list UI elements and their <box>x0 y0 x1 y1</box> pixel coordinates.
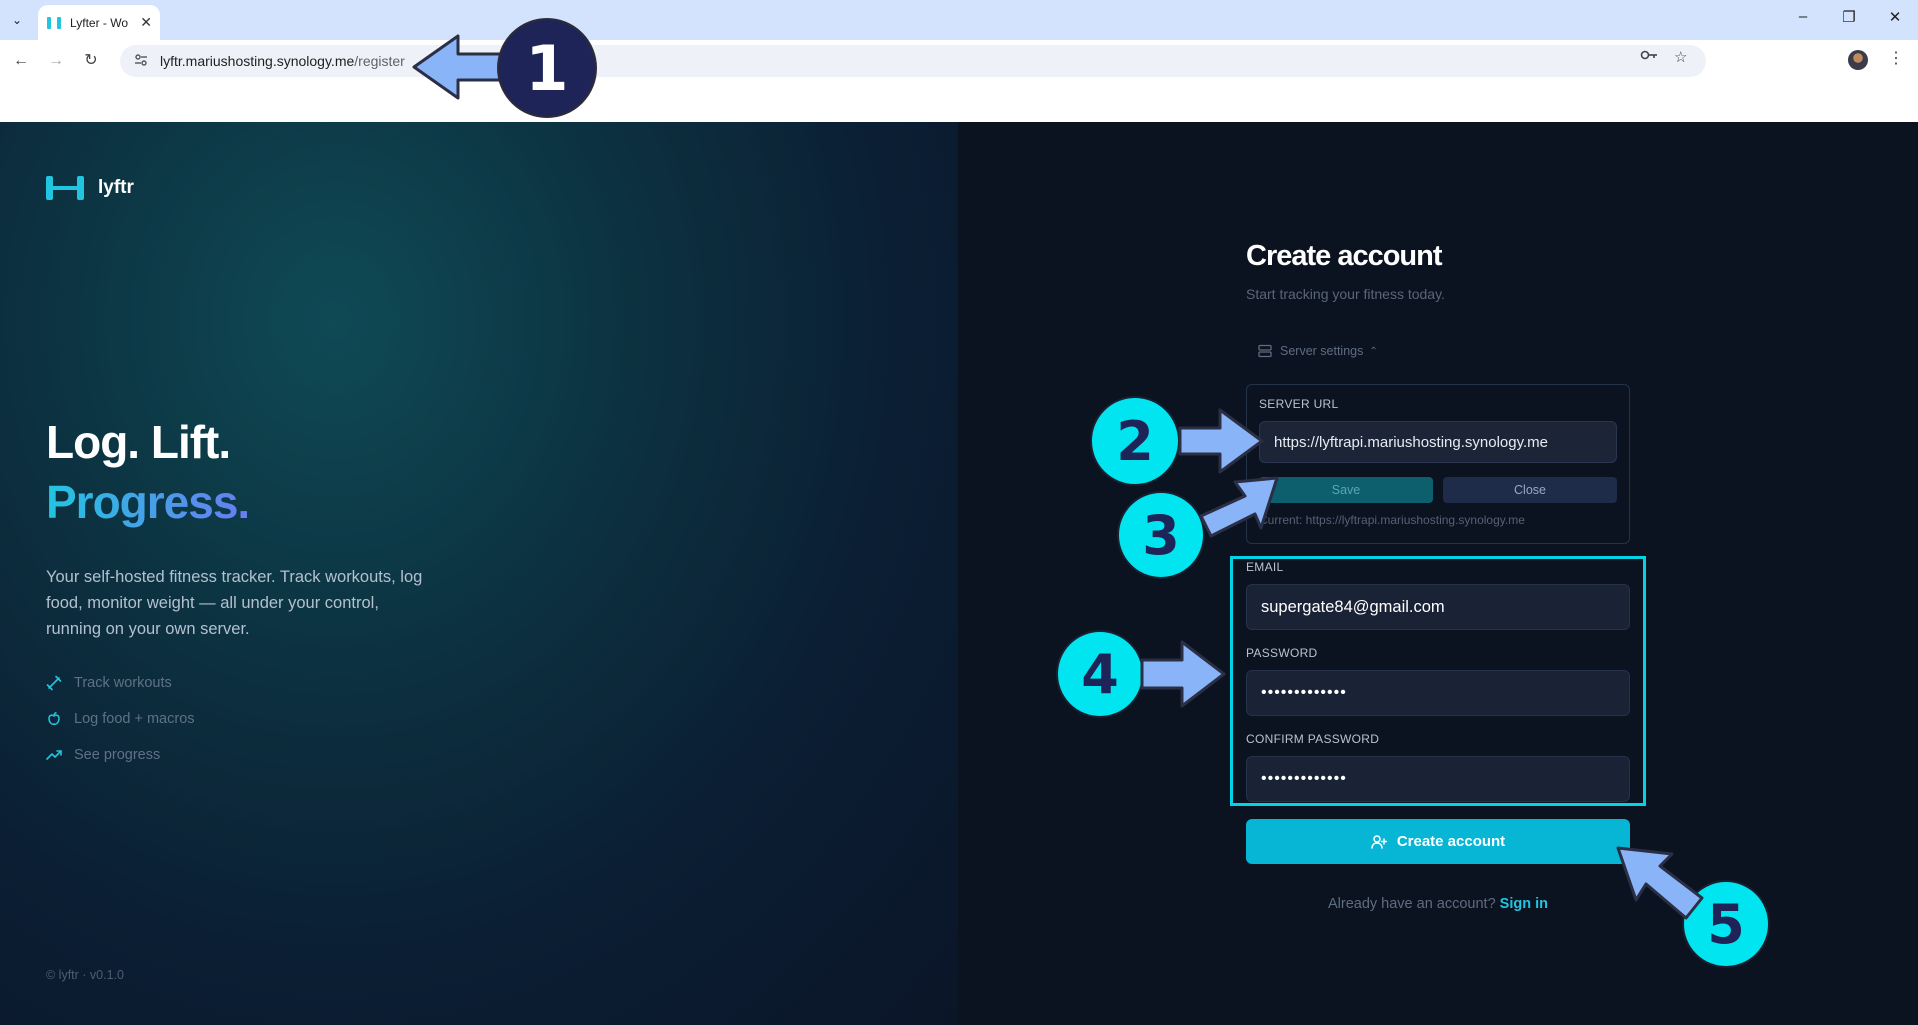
tab-close-icon[interactable]: ✕ <box>140 14 152 31</box>
profile-avatar[interactable] <box>1848 50 1868 70</box>
feature-label: Track workouts <box>74 675 172 691</box>
feature-log-food: Log food + macros <box>46 711 195 727</box>
browser-tabstrip: ⌄ Lyfter - Wo ✕ – ❐ ✕ <box>0 0 1918 40</box>
create-account-label: Create account <box>1396 833 1506 850</box>
hero-description: Your self-hosted fitness tracker. Track … <box>46 568 423 638</box>
annotation-arrow-5 <box>1616 846 1704 920</box>
feature-label: Log food + macros <box>74 711 195 727</box>
hero-heading-line1: Log. Lift. <box>46 416 231 468</box>
server-settings-panel: SERVER URL https://lyftrapi.mariushostin… <box>1246 384 1630 544</box>
register-panel: Create account Start tracking your fitne… <box>958 122 1918 1025</box>
hero-heading-line2: Progress. <box>46 476 250 528</box>
brand-logo[interactable]: lyftr <box>46 176 134 200</box>
minimize-icon[interactable]: – <box>1788 8 1818 25</box>
annotation-badge-2: 2 <box>1090 396 1180 486</box>
lyftr-logo-icon <box>46 176 84 200</box>
copyright-text: © lyftr · v0.1.0 <box>46 968 124 982</box>
dumbbell-icon <box>46 675 62 691</box>
brand-name: lyftr <box>98 177 134 198</box>
page-subtitle: Start tracking your fitness today. <box>1246 286 1445 302</box>
forward-icon[interactable]: → <box>45 50 67 72</box>
user-plus-icon <box>1371 834 1387 849</box>
annotation-badge-1: 1 <box>497 18 597 118</box>
site-settings-icon[interactable] <box>134 53 150 69</box>
browser-toolbar: ← → ↻ lyftr.mariushosting.synology.me/re… <box>0 40 1918 82</box>
browser-menu-icon[interactable]: ⋮ <box>1888 48 1904 68</box>
bookmark-star-icon[interactable]: ☆ <box>1674 48 1687 66</box>
annotation-badge-4: 4 <box>1056 630 1144 718</box>
credentials-highlight-box <box>1230 556 1646 806</box>
close-server-button[interactable]: Close <box>1443 477 1617 503</box>
feature-track-workouts: Track workouts <box>46 675 172 691</box>
signin-link[interactable]: Sign in <box>1500 896 1548 912</box>
current-server-text: Current: https://lyftrapi.mariushosting.… <box>1259 513 1525 527</box>
trending-up-icon <box>46 750 62 760</box>
url-path: /register <box>354 53 405 69</box>
annotation-badge-3: 3 <box>1117 491 1205 579</box>
save-server-button[interactable]: Save <box>1259 477 1433 503</box>
restore-icon[interactable]: ❐ <box>1834 8 1864 26</box>
page-top-strip <box>0 82 1918 122</box>
feature-label: See progress <box>74 747 161 763</box>
annotation-arrow-4 <box>1140 640 1226 708</box>
tab-search-chevron-icon[interactable]: ⌄ <box>6 9 28 31</box>
server-settings-toggle[interactable]: Server settings ⌃ <box>1258 344 1378 358</box>
tab-title: Lyfter - Wo <box>70 15 129 30</box>
apple-icon <box>48 711 60 725</box>
close-window-icon[interactable]: ✕ <box>1880 8 1910 26</box>
hero-panel: lyftr Log. Lift. Progress. Your self-hos… <box>0 122 958 1025</box>
signin-prompt: Already have an account? Sign in <box>1246 896 1630 912</box>
server-icon <box>1258 344 1272 358</box>
server-url-input[interactable]: https://lyftrapi.mariushosting.synology.… <box>1259 421 1617 463</box>
annotation-arrow-3 <box>1199 476 1279 538</box>
password-key-icon[interactable] <box>1640 48 1658 66</box>
annotation-arrow-2 <box>1178 408 1264 474</box>
signin-prompt-text: Already have an account? <box>1327 896 1496 912</box>
url-host: lyftr.mariushosting.synology.me <box>160 53 355 69</box>
server-url-label: SERVER URL <box>1259 397 1339 411</box>
page-title: Create account <box>1246 240 1443 272</box>
back-icon[interactable]: ← <box>10 50 32 72</box>
feature-see-progress: See progress <box>46 747 160 763</box>
create-account-button[interactable]: Create account <box>1246 819 1630 864</box>
browser-tab[interactable]: Lyfter - Wo ✕ <box>38 5 160 40</box>
reload-icon[interactable]: ↻ <box>80 50 102 72</box>
chevron-up-icon: ⌃ <box>1369 345 1378 357</box>
address-bar[interactable]: lyftr.mariushosting.synology.me/register <box>120 45 1706 77</box>
server-settings-label: Server settings <box>1280 344 1364 358</box>
lyftr-favicon-icon <box>46 16 62 29</box>
